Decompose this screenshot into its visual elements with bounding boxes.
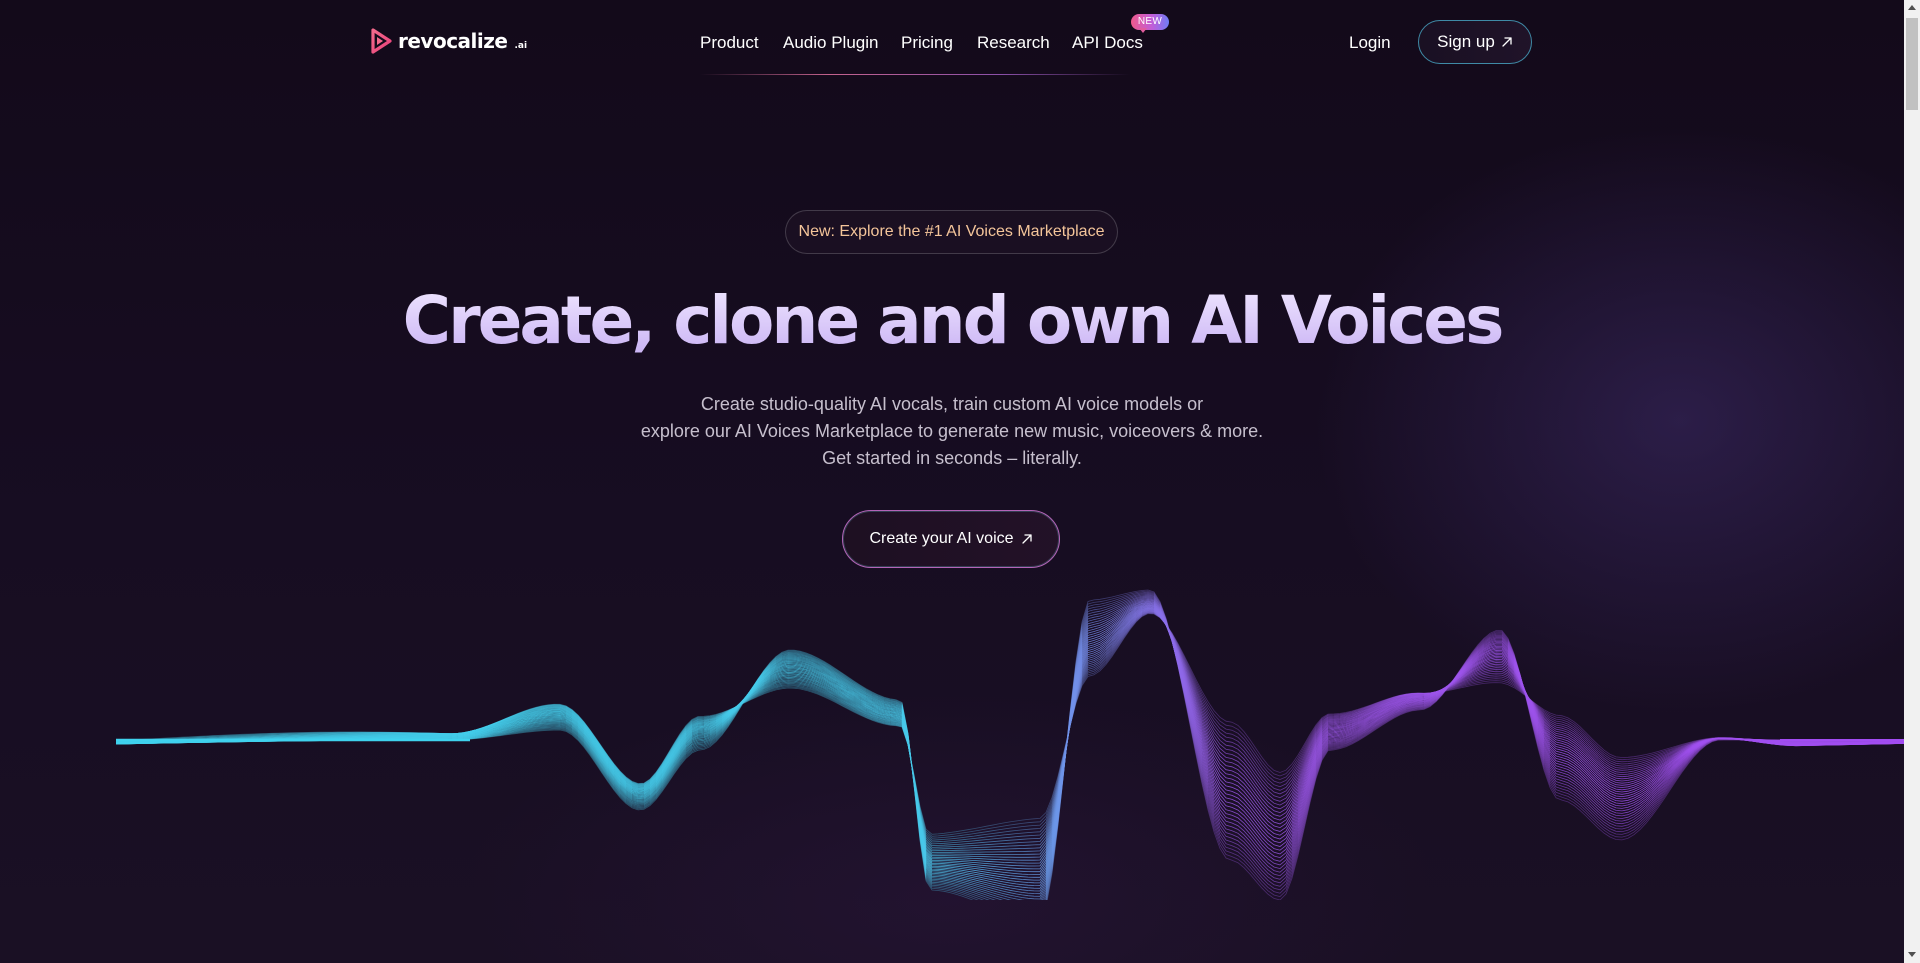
subtitle-line: explore our AI Voices Marketplace to gen…: [640, 421, 1264, 441]
scrollbar-thumb[interactable]: [1906, 18, 1918, 110]
wave-line: [116, 589, 1904, 900]
wave-line: [115, 611, 1904, 843]
arrow-up-right-icon: [1502, 37, 1512, 47]
new-badge: NEW: [1131, 14, 1169, 30]
wave-line: [115, 609, 1904, 852]
logo-suffix: .ai: [514, 41, 528, 51]
cta-label: Create your AI voice: [869, 530, 1014, 547]
wave-line: [115, 603, 1904, 881]
hero-title: Create, clone and own AI Voices: [0, 276, 1904, 366]
nav-item-pricing[interactable]: Pricing: [901, 33, 953, 53]
logo-text: revocalize: [398, 29, 508, 53]
login-link[interactable]: Login: [1349, 33, 1391, 53]
scroll-down-arrow-icon[interactable]: [1908, 952, 1916, 957]
nav-item-research[interactable]: Research: [977, 33, 1050, 53]
announcement-pill[interactable]: New: Explore the #1 AI Voices Marketplac…: [785, 210, 1118, 254]
page: revocalize .ai Product Audio Plugin Pric…: [0, 0, 1920, 963]
sound-wave-graphic: [115, 589, 1904, 900]
wave-line: [115, 612, 1904, 839]
new-badge-tail: [1139, 28, 1147, 33]
wave-line: [115, 602, 1904, 884]
announcement-text: New: Explore the #1 AI Voices Marketplac…: [798, 223, 1105, 240]
logo[interactable]: revocalize .ai: [370, 28, 527, 54]
wave-line: [115, 612, 1904, 837]
subtitle-line: Get started in seconds – literally.: [822, 448, 1082, 468]
nav-divider: [700, 74, 1130, 75]
nav-item-audio-plugin[interactable]: Audio Plugin: [783, 33, 878, 53]
wave-line: [116, 601, 1904, 889]
wave-line: [115, 609, 1904, 853]
scroll-up-arrow-icon[interactable]: [1908, 5, 1916, 10]
nav-item-api-docs[interactable]: API Docs: [1072, 33, 1143, 53]
wave-line: [115, 611, 1904, 845]
signup-label: Sign up: [1437, 32, 1495, 51]
subtitle-line: Create studio-quality AI vocals, train c…: [700, 394, 1204, 414]
nav-item-product[interactable]: Product: [700, 33, 759, 53]
wave-line: [115, 610, 1904, 848]
wave-line: [116, 600, 1904, 892]
wave-line: [116, 597, 1904, 900]
wave-line: [116, 592, 1904, 900]
hero-subtitle: Create studio-quality AI vocals, train c…: [0, 391, 1904, 472]
main-nav: Product Audio Plugin Pricing Research AP…: [686, 30, 1146, 56]
wave-line: [116, 599, 1904, 895]
arrow-up-right-icon: [1021, 534, 1032, 544]
vertical-scrollbar[interactable]: [1904, 0, 1920, 963]
play-triangle-logo-icon: [371, 28, 392, 54]
signup-button[interactable]: Sign up: [1418, 20, 1532, 64]
wave-line: [116, 590, 1904, 900]
wave-line: [116, 591, 1904, 900]
